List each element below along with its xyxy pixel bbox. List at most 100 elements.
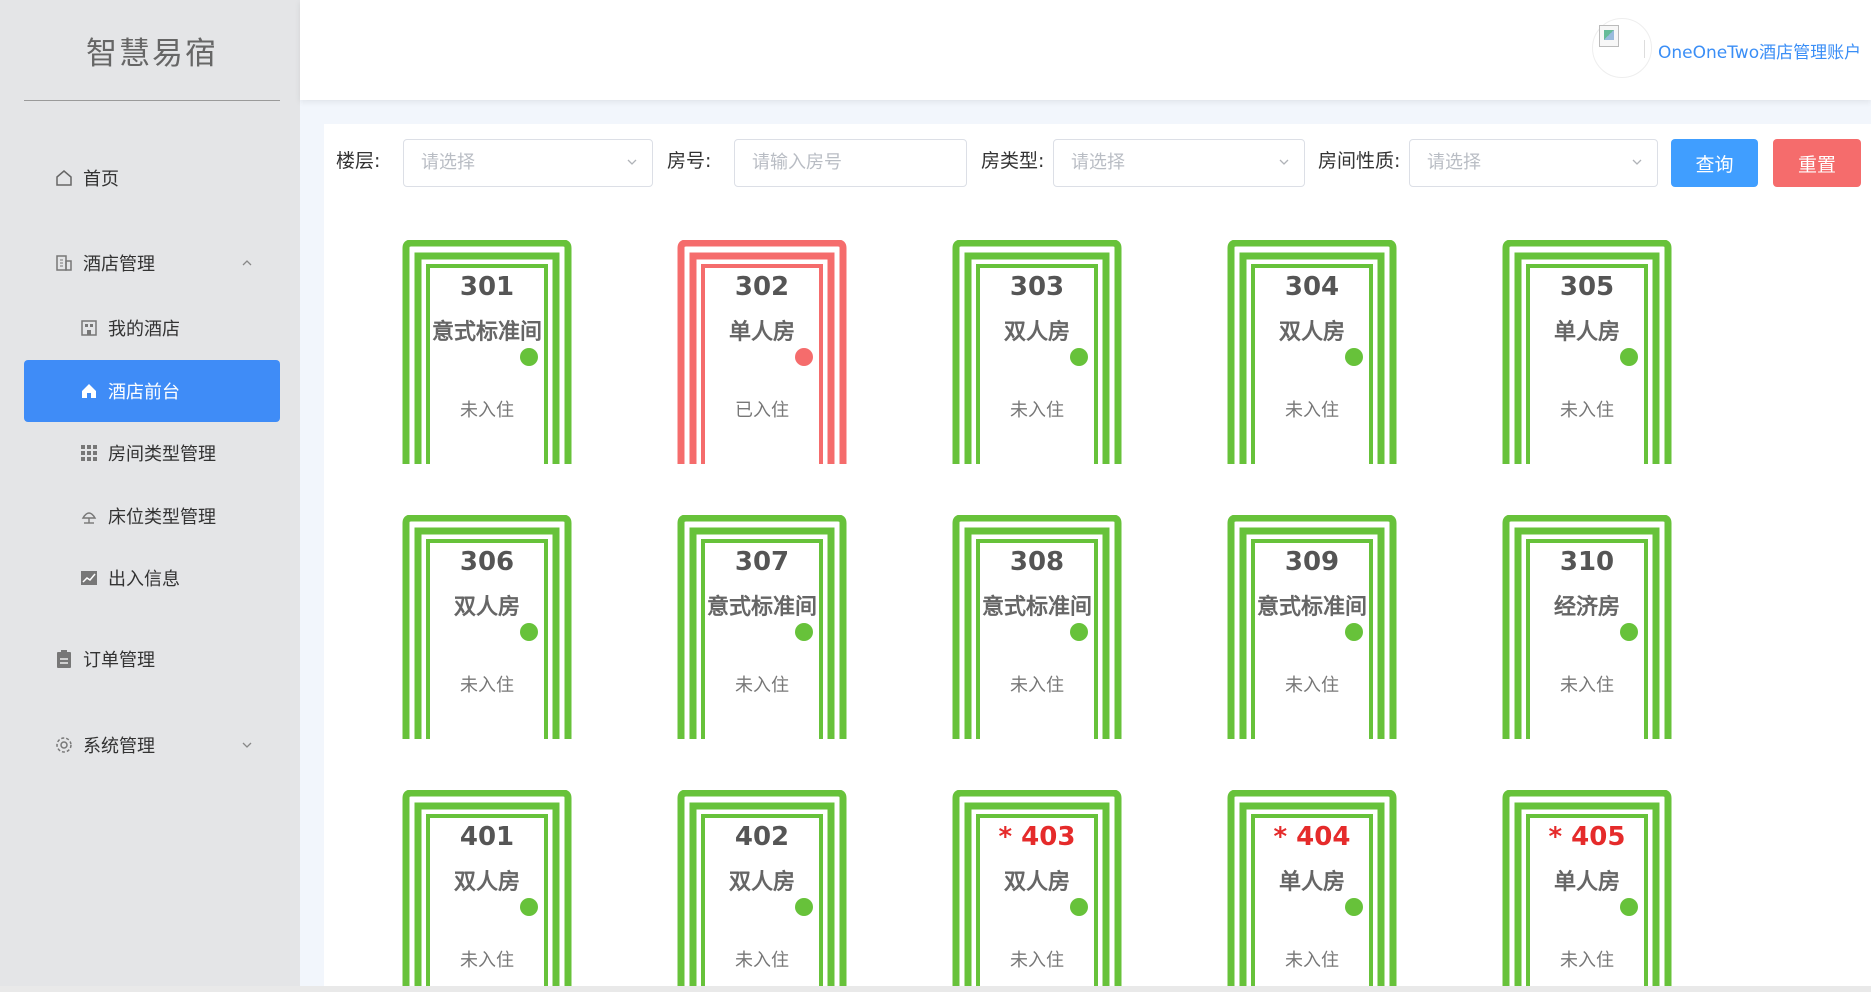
sidebar-item-order-management[interactable]: 订单管理 <box>24 628 280 690</box>
room-type: 单人房 <box>1553 870 1620 895</box>
room-status: 未入住 <box>1010 400 1064 421</box>
sidebar-item-access-info[interactable]: 出入信息 <box>24 547 280 609</box>
status-dot <box>1345 623 1363 641</box>
chart-icon <box>78 567 100 589</box>
sidebar-item-label: 我的酒店 <box>108 319 180 340</box>
sidebar-item-label: 首页 <box>83 169 119 190</box>
reset-button[interactable]: 重置 <box>1773 139 1861 187</box>
room-number-label: 房号: <box>667 150 712 172</box>
room-card[interactable]: * 404 单人房 未入住 <box>1226 790 1398 992</box>
status-dot <box>520 898 538 916</box>
room-type-label: 房类型: <box>981 150 1045 172</box>
room-nature-select[interactable]: 请选择 <box>1409 139 1658 187</box>
room-type: 双人房 <box>1278 320 1345 345</box>
room-card[interactable]: 402 双人房未入住 <box>676 790 848 992</box>
room-type: 双人房 <box>453 595 520 620</box>
sidebar-item-front-desk[interactable]: 酒店前台 <box>24 360 280 422</box>
room-number: 307 <box>734 547 790 577</box>
room-card[interactable]: 309 意式标准间 未入住 <box>1226 515 1398 739</box>
sidebar-item-label: 床位类型管理 <box>108 507 216 528</box>
sidebar-item-my-hotel[interactable]: 我的酒店 <box>24 297 280 359</box>
sidebar-item-label: 系统管理 <box>83 736 155 757</box>
room-status: 未入住 <box>1010 675 1064 696</box>
room-number: * 404 <box>1273 822 1351 852</box>
sidebar-item-system-management[interactable]: 系统管理 <box>24 714 280 776</box>
grid-icon <box>78 442 100 464</box>
query-button[interactable]: 查询 <box>1671 139 1758 187</box>
room-status: 未入住 <box>460 950 514 971</box>
room-card[interactable]: 304 双人房 未入住 <box>1226 240 1398 464</box>
room-number: 308 <box>1009 547 1065 577</box>
avatar[interactable] <box>1592 18 1652 78</box>
lamp-icon <box>78 505 100 527</box>
room-nature-label: 房间性质: <box>1318 150 1401 172</box>
room-number: 401 <box>459 822 515 852</box>
gear-icon <box>53 734 75 756</box>
status-dot <box>795 623 813 641</box>
status-dot <box>520 348 538 366</box>
room-number-input[interactable]: 请输入房号 <box>734 139 967 187</box>
broken-image-icon <box>1599 25 1619 47</box>
room-number: 303 <box>1009 272 1065 302</box>
room-status: 未入住 <box>1560 675 1614 696</box>
room-type: 意式标准间 <box>981 595 1092 620</box>
sidebar-item-home[interactable]: 首页 <box>24 147 280 209</box>
floor-select[interactable]: 请选择 <box>403 139 653 187</box>
chevron-up-icon <box>240 256 254 270</box>
room-status: 未入住 <box>1010 950 1064 971</box>
sidebar-item-label: 房间类型管理 <box>108 444 216 465</box>
room-type: 双人房 <box>1003 870 1070 895</box>
horizontal-scrollbar[interactable] <box>0 986 1871 992</box>
room-status: 未入住 <box>735 675 789 696</box>
status-dot <box>1070 348 1088 366</box>
building-icon <box>53 252 75 274</box>
room-number: 305 <box>1559 272 1615 302</box>
brand-title: 智慧易宿 <box>86 35 218 72</box>
room-type: 意式标准间 <box>1256 595 1367 620</box>
room-card[interactable]: 305 单人房 未入住 <box>1501 240 1673 464</box>
home-filled-icon <box>78 380 100 402</box>
room-card[interactable]: 307 意式标准间未入住 <box>676 515 848 739</box>
room-status: 未入住 <box>460 400 514 421</box>
sidebar-item-label: 出入信息 <box>108 569 180 590</box>
room-number-placeholder: 请输入房号 <box>752 152 842 173</box>
room-type: 意式标准间 <box>706 595 817 620</box>
status-dot <box>1620 623 1638 641</box>
room-status: 未入住 <box>1560 950 1614 971</box>
room-status: 未入住 <box>1285 950 1339 971</box>
room-card[interactable]: 310 经济房 未入住 <box>1501 515 1673 739</box>
room-type: 双人房 <box>728 870 795 895</box>
room-type-select-placeholder: 请选择 <box>1071 152 1125 173</box>
room-status: 未入住 <box>1560 400 1614 421</box>
room-card[interactable]: 306 双人房 未入住 <box>401 515 573 739</box>
sidebar-item-room-type-management[interactable]: 房间类型管理 <box>24 422 280 484</box>
status-dot <box>1620 348 1638 366</box>
room-card[interactable]: 303 双人房 未入住 <box>951 240 1123 464</box>
room-status: 未入住 <box>735 950 789 971</box>
sidebar: 智慧易宿 首页 酒店管理 我的酒店 酒店前台 房间类型管理 床位类型管理 出入信… <box>0 0 300 992</box>
room-status: 未入住 <box>1285 675 1339 696</box>
room-card[interactable]: 308 意式标准间未入住 <box>951 515 1123 739</box>
room-card[interactable]: * 403 双人房 未入住 <box>951 790 1123 992</box>
room-card[interactable]: * 405 单人房 未入住 <box>1501 790 1673 992</box>
floor-label: 楼层: <box>336 150 381 172</box>
room-status: 未入住 <box>460 675 514 696</box>
room-card[interactable]: 301 意式标准间 未入住 <box>401 240 573 464</box>
sidebar-item-hotel-management[interactable]: 酒店管理 <box>24 232 280 294</box>
status-dot <box>1345 898 1363 916</box>
office-icon <box>78 317 100 339</box>
room-number: 402 <box>734 822 790 852</box>
sidebar-item-bed-type-management[interactable]: 床位类型管理 <box>24 485 280 547</box>
room-card[interactable]: 302 单人房 已入住 <box>676 240 848 464</box>
chevron-down-icon <box>1632 159 1642 165</box>
account-name[interactable]: OneOneTwo酒店管理账户 <box>1658 38 1861 63</box>
status-dot <box>1345 348 1363 366</box>
room-type-select[interactable]: 请选择 <box>1053 139 1305 187</box>
chevron-down-icon <box>1279 159 1289 165</box>
floor-select-placeholder: 请选择 <box>421 152 475 173</box>
status-dot <box>1070 898 1088 916</box>
room-type: 经济房 <box>1553 595 1620 620</box>
room-card[interactable]: 401 双人房 未入住 <box>401 790 573 992</box>
room-number: 304 <box>1284 272 1340 302</box>
chevron-down-icon <box>627 159 637 165</box>
